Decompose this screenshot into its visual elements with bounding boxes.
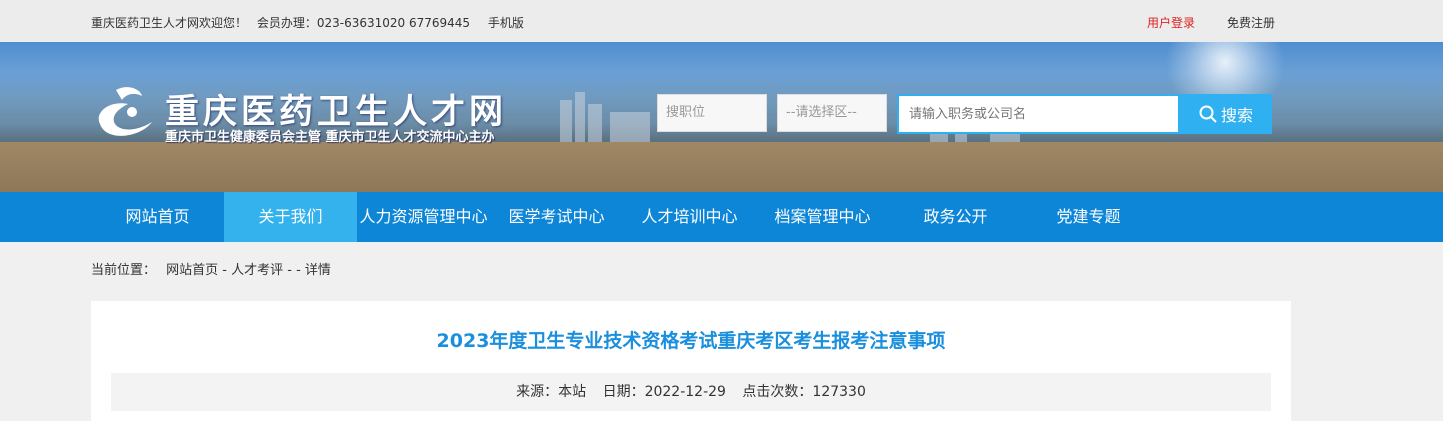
nav-archive-center[interactable]: 档案管理中心 [756,192,889,242]
nav-about-us[interactable]: 关于我们 [224,192,357,242]
mobile-link[interactable]: 手机版 [488,16,524,30]
nav-party[interactable]: 党建专题 [1022,192,1155,242]
site-logo-icon [98,87,152,136]
breadcrumb-label: 当前位置： [91,263,157,278]
article-date: 日期：2022-12-29 [602,384,726,400]
breadcrumb-path[interactable]: 网站首页 - 人才考评 - - 详情 [166,263,331,278]
article-meta: 来源：本站 日期：2022-12-29 点击次数：127330 [111,373,1271,411]
banner-building [560,100,572,142]
banner-building [610,112,650,142]
nav-government[interactable]: 政务公开 [889,192,1022,242]
article-source: 来源：本站 [516,384,587,400]
search-button-label: 搜索 [1220,108,1253,125]
member-contact: 会员办理：023-63631020 67769445 [256,16,471,30]
welcome-text: 重庆医药卫生人才网欢迎您！ [91,16,248,30]
nav-exam-center[interactable]: 医学考试中心 [490,192,623,242]
banner-river [0,142,1443,192]
header-banner: 重庆医药卫生人才网 重庆市卫生健康委员会主管 重庆市卫生人才交流中心主办 搜职位… [0,42,1443,192]
banner-building [575,92,585,142]
position-select[interactable]: 搜职位 [657,94,767,132]
article-panel: 2023年度卫生专业技术资格考试重庆考区考生报考注意事项 来源：本站 日期：20… [91,301,1291,421]
area-select[interactable]: --请选择区-- [777,94,887,132]
banner-building [588,104,602,142]
register-link[interactable]: 免费注册 [1227,14,1275,31]
top-bar-info: 重庆医药卫生人才网欢迎您！ 会员办理：023-63631020 67769445… [91,14,530,31]
site-subtitle: 重庆市卫生健康委员会主管 重庆市卫生人才交流中心主办 [165,130,495,145]
article-title: 2023年度卫生专业技术资格考试重庆考区考生报考注意事项 [436,330,946,352]
breadcrumb: 当前位置： 网站首页 - 人才考评 - - 详情 [91,259,331,278]
nav-training-center[interactable]: 人才培训中心 [623,192,756,242]
main-nav: 网站首页 关于我们 人力资源管理中心 医学考试中心 人才培训中心 档案管理中心 … [0,192,1443,242]
nav-hr-center[interactable]: 人力资源管理中心 [357,192,490,242]
article-clicks: 点击次数：127330 [742,384,866,400]
keyword-search-input[interactable] [897,94,1180,134]
search-icon [1199,105,1217,123]
nav-home[interactable]: 网站首页 [91,192,224,242]
top-bar: 重庆医药卫生人才网欢迎您！ 会员办理：023-63631020 67769445… [0,0,1443,42]
login-link[interactable]: 用户登录 [1147,14,1195,31]
search-button[interactable]: 搜索 [1180,94,1272,134]
